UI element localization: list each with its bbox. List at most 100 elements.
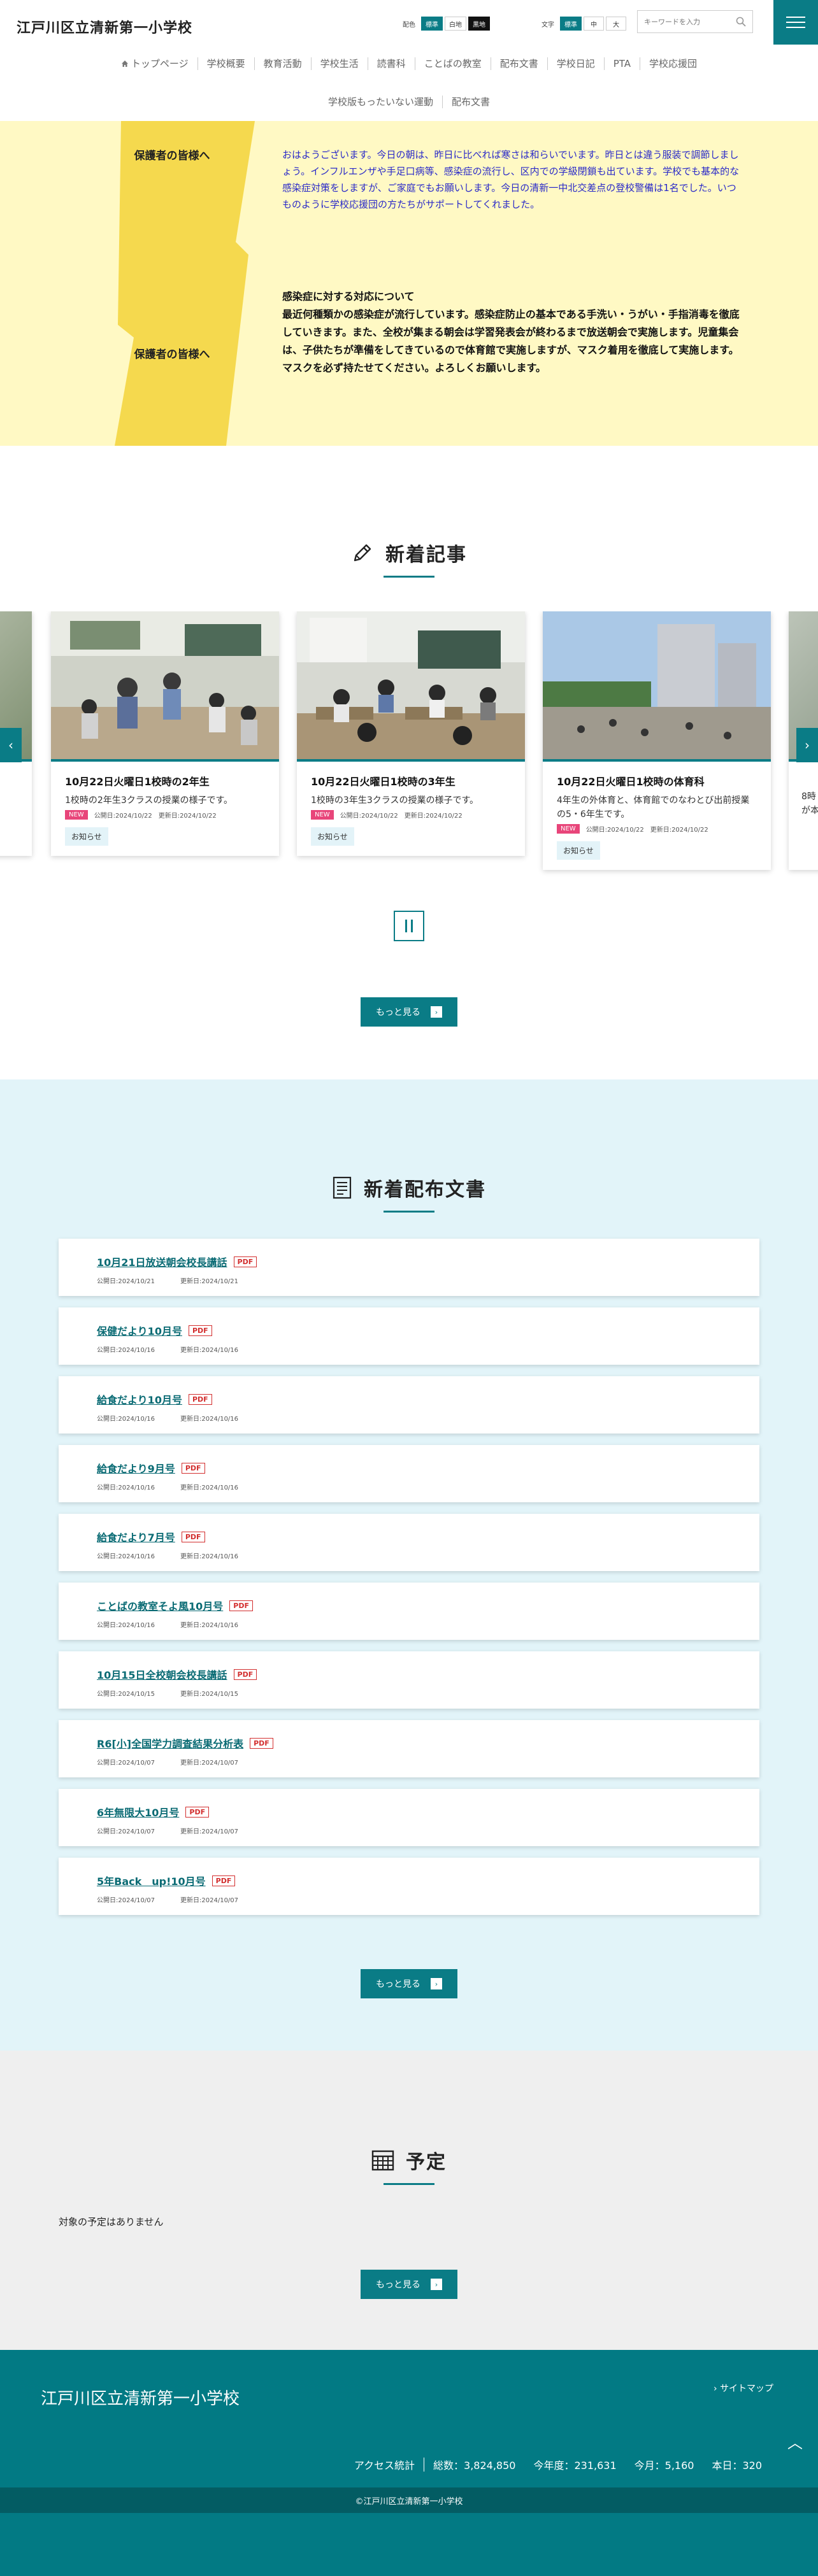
pdf-badge: PDF: [188, 1393, 212, 1405]
news-card-desc: が本: [801, 806, 818, 816]
updated-date: 更新日:2024/10/22: [404, 813, 463, 820]
stats-month: 今月：5,160: [634, 2459, 694, 2472]
news-more-button[interactable]: もっと見る ›: [361, 997, 457, 1027]
news-card-title[interactable]: 10月22日火曜日1校時の3年生: [311, 773, 511, 788]
pdf-badge: PDF: [233, 1669, 257, 1680]
document-link[interactable]: 給食だより9月号: [97, 1460, 175, 1476]
heading-underline: [384, 2183, 434, 2185]
font-large-button[interactable]: 大: [606, 17, 626, 31]
document-link[interactable]: R6[小]全国学力調査結果分析表: [97, 1735, 243, 1751]
search-icon[interactable]: [736, 17, 746, 27]
document-list-icon: [333, 1176, 352, 1199]
schedule-section: 予定 対象の予定はありません もっと見る ›: [0, 2051, 818, 2350]
color-standard-button[interactable]: 標準: [421, 17, 443, 31]
updated-date: 更新日:2024/10/22: [158, 813, 217, 820]
document-title-row: 給食だより7月号 PDF: [97, 1529, 759, 1544]
nav-item-diary[interactable]: 学校日記: [548, 57, 605, 70]
document-item: 5年Back up!10月号 PDF 公開日:2024/10/07 更新日:2024/…: [59, 1858, 759, 1915]
document-item: 給食だより10月号 PDF 公開日:2024/10/16 更新日:2024/10/16: [59, 1376, 759, 1434]
updated-date: 更新日:2024/10/07: [180, 1828, 239, 1835]
news-card[interactable]: 10月22日火曜日1校時の体育科 4年生の外体育と、体育館でのなわとび出前授業の…: [543, 611, 771, 870]
news-section: 新着記事 10月22日火曜日1校時の2年生 1校時の2年生3クラスの授業の様子で…: [0, 446, 818, 1079]
nav-item-reading[interactable]: 読書科: [368, 57, 415, 70]
schedule-heading: 予定: [0, 2146, 818, 2185]
nav-item-overview[interactable]: 学校概要: [198, 57, 255, 70]
document-link[interactable]: 給食だより10月号: [97, 1391, 182, 1407]
document-link[interactable]: 5年Back up!10月号: [97, 1873, 206, 1888]
font-medium-button[interactable]: 中: [584, 17, 604, 31]
updated-date: 更新日:2024/10/07: [180, 1760, 239, 1767]
nav-item-documents[interactable]: 配布文書: [491, 57, 548, 70]
color-scheme-label: 配色: [403, 21, 415, 29]
news-card-body: 10月22日火曜日1校時の体育科 4年生の外体育と、体育館でのなわとび出前授業の…: [543, 762, 771, 869]
notice-section: 保護者の皆様へ 保護者の皆様へ おはようございます。今日の朝は、昨日に比べれば寒…: [0, 121, 818, 446]
news-title: 新着記事: [385, 544, 467, 566]
updated-date: 更新日:2024/10/16: [180, 1484, 239, 1491]
published-date: 公開日:2024/10/22: [585, 827, 644, 834]
chevron-left-icon[interactable]: ‹: [0, 728, 22, 762]
schedule-more-button[interactable]: もっと見る ›: [361, 2270, 457, 2299]
news-card[interactable]: 10月22日火曜日1校時の2年生 1校時の2年生3クラスの授業の様子です。 NE…: [51, 611, 279, 856]
new-badge: NEW: [65, 810, 88, 820]
news-card[interactable]: 10月22日火曜日1校時の3年生 1校時の3年生3クラスの授業の様子です。 NE…: [297, 611, 525, 856]
global-nav: トップページ 学校概要 教育活動 学校生活 読書科 ことばの教室 配布文書 学校…: [0, 57, 818, 70]
published-date: 公開日:2024/10/07: [97, 1828, 155, 1835]
category-tag[interactable]: お知らせ: [557, 841, 600, 860]
document-link[interactable]: ことばの教室そよ風10月号: [97, 1598, 223, 1613]
nav-item-support[interactable]: 学校応援団: [640, 57, 706, 70]
nav-item-pta[interactable]: PTA: [605, 57, 641, 70]
heading-underline: [384, 576, 434, 578]
document-title-row: 保健だより10月号 PDF: [97, 1323, 759, 1338]
chevron-up-icon[interactable]: ︿: [787, 2430, 803, 2452]
hamburger-icon[interactable]: [773, 0, 818, 45]
sitemap-link[interactable]: › サイトマップ: [714, 2382, 773, 2395]
nav-item-language-class[interactable]: ことばの教室: [415, 57, 491, 70]
documents-more-button[interactable]: もっと見る ›: [361, 1969, 457, 1998]
news-card-image: [51, 611, 279, 762]
chevron-right-icon: ›: [431, 1006, 442, 1018]
nav-item-documents-2[interactable]: 配布文書: [443, 96, 499, 108]
document-link[interactable]: 給食だより7月号: [97, 1529, 175, 1544]
chevron-right-icon[interactable]: ›: [796, 728, 818, 762]
nav-item-school-life[interactable]: 学校生活: [312, 57, 368, 70]
chevron-right-icon: ›: [431, 1978, 442, 1989]
site-title[interactable]: 江戸川区立清新第一小学校: [17, 17, 192, 37]
news-carousel: 10月22日火曜日1校時の2年生 1校時の2年生3クラスの授業の様子です。 NE…: [0, 611, 818, 879]
font-size-label: 文字: [542, 21, 554, 29]
color-scheme-control: 配色 標準 白地 黒地: [403, 17, 490, 31]
new-badge: NEW: [311, 810, 334, 820]
font-size-control: 文字 標準 中 大: [542, 17, 626, 31]
font-standard-button[interactable]: 標準: [560, 17, 582, 31]
stats-today: 本日：320: [712, 2459, 762, 2472]
footer-title: 江戸川区立清新第一小学校: [41, 2389, 240, 2409]
schedule-title: 予定: [406, 2151, 447, 2174]
document-item: R6[小]全国学力調査結果分析表 PDF 公開日:2024/10/07 更新日:202…: [59, 1720, 759, 1777]
color-white-button[interactable]: 白地: [445, 17, 466, 31]
category-tag[interactable]: お知らせ: [311, 827, 354, 846]
search-input[interactable]: [638, 11, 727, 32]
nav-item-education[interactable]: 教育活動: [255, 57, 312, 70]
news-card-meta: NEW 公開日:2024/10/22 更新日:2024/10/22: [65, 810, 265, 820]
document-link[interactable]: 保健だより10月号: [97, 1323, 182, 1338]
document-link[interactable]: 6年無限大10月号: [97, 1804, 179, 1819]
documents-heading: 新着配布文書: [0, 1174, 818, 1213]
news-card-title[interactable]: 10月22日火曜日1校時の体育科: [557, 773, 757, 788]
documents-title: 新着配布文書: [364, 1179, 486, 1201]
document-link[interactable]: 10月21日放送朝会校長講話: [97, 1254, 227, 1269]
pencil-icon: [354, 544, 371, 562]
color-black-button[interactable]: 黒地: [468, 17, 490, 31]
published-date: 公開日:2024/10/07: [97, 1760, 155, 1767]
news-card-title[interactable]: 10月22日火曜日1校時の2年生: [65, 773, 265, 788]
updated-date: 更新日:2024/10/16: [180, 1622, 239, 1629]
nav-item-mottainai[interactable]: 学校版もったいない運動: [319, 96, 443, 108]
document-meta: 公開日:2024/10/16 更新日:2024/10/16: [97, 1482, 759, 1491]
document-title-row: ことばの教室そよ風10月号 PDF: [97, 1598, 759, 1613]
document-link[interactable]: 10月15日全校朝会校長講話: [97, 1667, 227, 1682]
category-tag[interactable]: お知らせ: [65, 827, 108, 846]
pause-icon[interactable]: [394, 911, 424, 941]
document-title-row: 10月21日放送朝会校長講話 PDF: [97, 1254, 759, 1269]
search-box: [637, 10, 753, 33]
document-item: 10月15日全校朝会校長講話 PDF 公開日:2024/10/15 更新日:2024/…: [59, 1651, 759, 1709]
nav-item-top[interactable]: トップページ: [112, 57, 198, 70]
nav-item-label: トップページ: [131, 58, 189, 69]
